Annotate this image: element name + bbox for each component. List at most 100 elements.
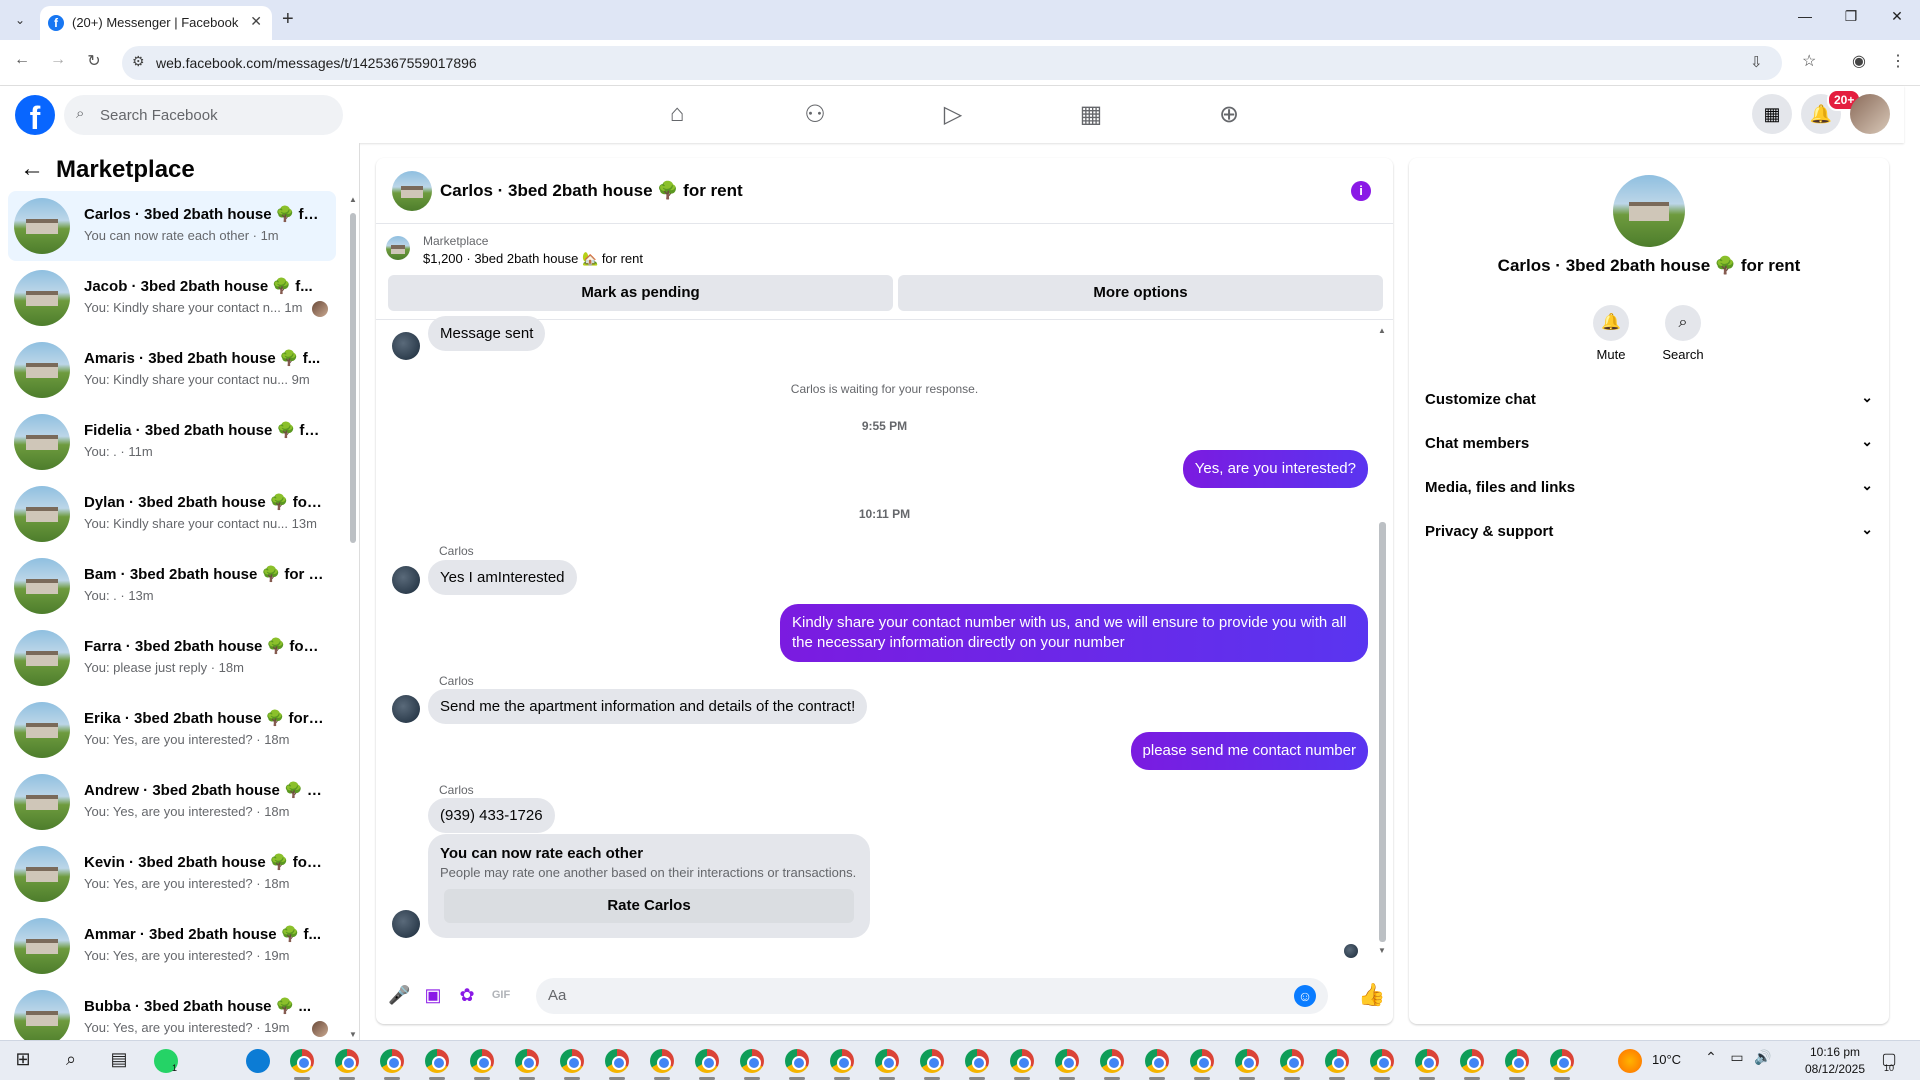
url-text[interactable]: web.facebook.com/messages/t/142536755901… bbox=[156, 55, 477, 71]
search-conversation-button[interactable]: ⌕ Search bbox=[1653, 305, 1713, 362]
marketplace-icon[interactable]: ▦ bbox=[1071, 100, 1111, 130]
chrome-profile-icon[interactable] bbox=[1550, 1049, 1574, 1073]
home-icon[interactable]: ⌂ bbox=[657, 100, 697, 130]
network-icon[interactable]: ▭ bbox=[1724, 1049, 1750, 1066]
microphone-icon[interactable]: 🎤 bbox=[388, 984, 410, 1006]
scroll-down-icon[interactable]: ▼ bbox=[1378, 946, 1386, 955]
gaming-icon[interactable]: ⊕ bbox=[1209, 100, 1249, 130]
conversation-info-icon[interactable]: i bbox=[1351, 181, 1371, 201]
chrome-profile-icon[interactable] bbox=[290, 1049, 314, 1073]
chrome-profile-icon[interactable] bbox=[470, 1049, 494, 1073]
chrome-profile-icon[interactable] bbox=[1415, 1049, 1439, 1073]
chrome-profile-icon[interactable] bbox=[380, 1049, 404, 1073]
listing-thumbnail[interactable] bbox=[386, 236, 410, 260]
left-scrollbar-thumb[interactable] bbox=[350, 213, 356, 543]
scroll-up-icon[interactable]: ▲ bbox=[349, 195, 357, 204]
windows-start-icon[interactable]: ⊞ bbox=[10, 1049, 36, 1070]
listing-title[interactable]: $1,200 · 3bed 2bath house 🏡 for rent bbox=[423, 251, 643, 267]
message-input[interactable]: Aa ☺ bbox=[536, 978, 1328, 1014]
emoji-icon[interactable]: ☺ bbox=[1294, 985, 1316, 1007]
chrome-profile-icon[interactable] bbox=[1460, 1049, 1484, 1073]
conversation-item[interactable]: Erika · 3bed 2bath house 🌳 for ... You: Y… bbox=[8, 695, 336, 765]
bookmark-star-icon[interactable]: ☆ bbox=[1802, 51, 1816, 71]
chrome-profile-icon[interactable] bbox=[785, 1049, 809, 1073]
gif-icon[interactable]: GIF bbox=[490, 984, 512, 1006]
chat-scrollbar-thumb[interactable] bbox=[1379, 522, 1386, 942]
left-scrollbar[interactable]: ▲ ▼ bbox=[349, 195, 357, 1040]
more-options-button[interactable]: More options bbox=[898, 275, 1383, 311]
conversation-item[interactable]: Ammar · 3bed 2bath house 🌳 f... You: Yes,… bbox=[8, 911, 336, 981]
chrome-profile-icon[interactable] bbox=[1055, 1049, 1079, 1073]
sticker-icon[interactable]: ✿ bbox=[456, 984, 478, 1006]
back-arrow-icon[interactable]: ← bbox=[20, 155, 44, 183]
customize-chat-section[interactable]: Customize chat ⌄ bbox=[1425, 378, 1873, 422]
conversation-item[interactable]: Farra · 3bed 2bath house 🌳 for ... You: p… bbox=[8, 623, 336, 693]
show-hidden-icons-icon[interactable]: ⌃ bbox=[1698, 1049, 1724, 1066]
volume-icon[interactable]: 🔊 bbox=[1750, 1049, 1776, 1066]
chrome-profile-icon[interactable] bbox=[830, 1049, 854, 1073]
chrome-profile-icon[interactable] bbox=[335, 1049, 359, 1073]
chrome-profile-icon[interactable] bbox=[515, 1049, 539, 1073]
scroll-down-icon[interactable]: ▼ bbox=[349, 1030, 357, 1039]
conversation-item[interactable]: Andrew · 3bed 2bath house 🌳 f... You: Yes… bbox=[8, 767, 336, 837]
address-bar[interactable]: ⚙ web.facebook.com/messages/t/1425367559… bbox=[122, 46, 1782, 80]
mute-button[interactable]: 🔔 Mute bbox=[1581, 305, 1641, 362]
back-icon[interactable]: ← bbox=[10, 51, 34, 69]
new-tab-icon[interactable]: + bbox=[282, 8, 294, 31]
chat-title[interactable]: Carlos · 3bed 2bath house 🌳 for rent bbox=[440, 181, 743, 201]
chrome-profile-icon[interactable] bbox=[875, 1049, 899, 1073]
chrome-profile-icon[interactable] bbox=[695, 1049, 719, 1073]
rate-carlos-button[interactable]: Rate Carlos bbox=[444, 889, 854, 923]
conversation-item[interactable]: Amaris · 3bed 2bath house 🌳 f... You: Kin… bbox=[8, 335, 336, 405]
friends-icon[interactable]: ⚇ bbox=[795, 100, 835, 130]
chrome-profile-icon[interactable] bbox=[920, 1049, 944, 1073]
chrome-profile-icon[interactable] bbox=[1145, 1049, 1169, 1073]
video-icon[interactable]: ▷ bbox=[933, 100, 973, 130]
browser-menu-icon[interactable]: ⋮ bbox=[1890, 51, 1906, 71]
edge-icon[interactable] bbox=[246, 1049, 270, 1073]
chat-scrollbar[interactable]: ▲ ▼ bbox=[1378, 326, 1386, 956]
chrome-profile-icon[interactable] bbox=[1505, 1049, 1529, 1073]
restore-icon[interactable]: ❐ bbox=[1836, 8, 1866, 25]
conversation-item[interactable]: Bam · 3bed 2bath house 🌳 for r... You: . … bbox=[8, 551, 336, 621]
mark-as-pending-button[interactable]: Mark as pending bbox=[388, 275, 893, 311]
browser-tab-messenger[interactable]: f (20+) Messenger | Facebook ✕ bbox=[40, 6, 272, 40]
chrome-profile-icon[interactable] bbox=[605, 1049, 629, 1073]
menu-grid-icon[interactable]: ▦ bbox=[1752, 94, 1792, 134]
chrome-profile-icon[interactable] bbox=[560, 1049, 584, 1073]
conversation-item[interactable]: Dylan · 3bed 2bath house 🌳 for... You: Ki… bbox=[8, 479, 336, 549]
facebook-logo-icon[interactable]: f bbox=[15, 95, 55, 136]
thumbs-up-icon[interactable]: 👍 bbox=[1358, 982, 1385, 1008]
forward-icon[interactable]: → bbox=[46, 51, 70, 69]
chrome-profile-icon[interactable] bbox=[1325, 1049, 1349, 1073]
chrome-profile-icon[interactable] bbox=[965, 1049, 989, 1073]
site-info-icon[interactable]: ⚙ bbox=[132, 53, 145, 70]
chrome-profile-icon[interactable] bbox=[1280, 1049, 1304, 1073]
chrome-profile-icon[interactable] bbox=[740, 1049, 764, 1073]
chrome-profile-icon[interactable] bbox=[1010, 1049, 1034, 1073]
weather-icon[interactable] bbox=[1618, 1049, 1642, 1073]
task-view-icon[interactable]: ▤ bbox=[106, 1049, 132, 1070]
minimize-icon[interactable]: — bbox=[1790, 8, 1820, 24]
chrome-profile-icon[interactable] bbox=[1370, 1049, 1394, 1073]
conversation-item[interactable]: Bubba · 3bed 2bath house 🌳 ... You: Yes, … bbox=[8, 983, 336, 1040]
account-avatar[interactable] bbox=[1850, 94, 1890, 134]
chat-members-section[interactable]: Chat members ⌄ bbox=[1425, 422, 1873, 466]
photo-attach-icon[interactable]: ▣ bbox=[422, 984, 444, 1006]
chat-header-photo[interactable] bbox=[392, 171, 432, 211]
scroll-up-icon[interactable]: ▲ bbox=[1378, 326, 1386, 335]
conversation-item[interactable]: Carlos · 3bed 2bath house 🌳 fo... You can… bbox=[8, 191, 336, 261]
chrome-profile-icon[interactable] bbox=[425, 1049, 449, 1073]
privacy-support-section[interactable]: Privacy & support ⌄ bbox=[1425, 510, 1873, 554]
details-photo[interactable] bbox=[1613, 175, 1685, 247]
media-files-links-section[interactable]: Media, files and links ⌄ bbox=[1425, 466, 1873, 510]
chrome-profile-icon[interactable] bbox=[1190, 1049, 1214, 1073]
tab-close-icon[interactable]: ✕ bbox=[250, 13, 262, 30]
conversation-item[interactable]: Jacob · 3bed 2bath house 🌳 f... You: Kind… bbox=[8, 263, 336, 333]
chrome-profile-icon[interactable] bbox=[650, 1049, 674, 1073]
clock-date[interactable]: 08/12/2025 bbox=[1800, 1062, 1870, 1076]
taskbar-search-icon[interactable]: ⌕ bbox=[58, 1049, 84, 1070]
facebook-search-input[interactable]: ⌕ Search Facebook bbox=[64, 95, 343, 135]
window-close-icon[interactable]: ✕ bbox=[1882, 8, 1912, 25]
conversation-item[interactable]: Fidelia · 3bed 2bath house 🌳 fo... You: .… bbox=[8, 407, 336, 477]
